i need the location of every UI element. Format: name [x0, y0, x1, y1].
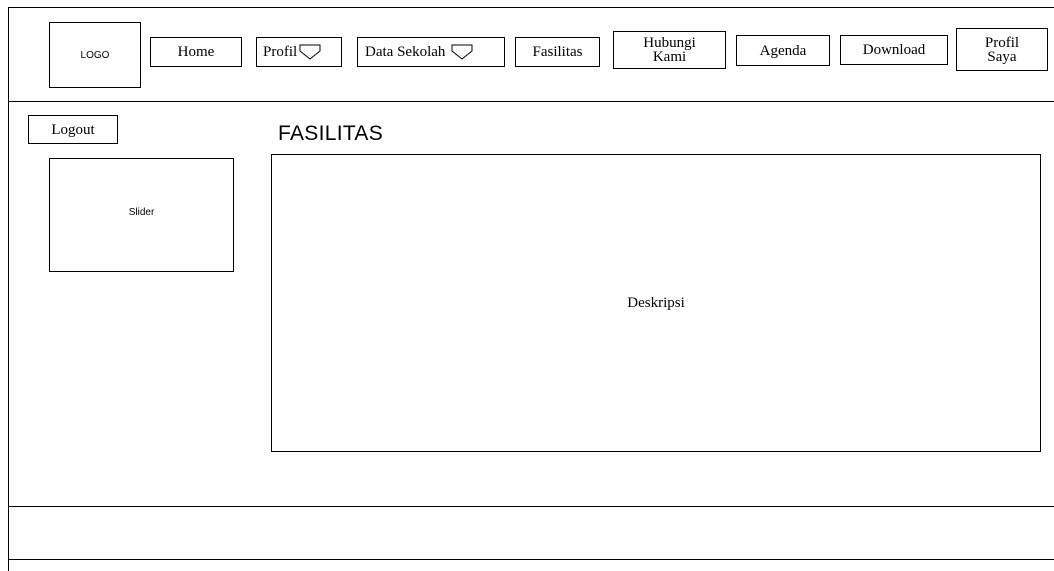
logout-button[interactable]: Logout	[28, 115, 118, 144]
nav-hubungi-label-line2: Kami	[652, 49, 687, 65]
nav-fasilitas-button[interactable]: Fasilitas	[515, 37, 600, 67]
slider-label: Slider	[128, 207, 155, 218]
nav-profil-saya-label-line1: Profil	[984, 34, 1020, 51]
nav-fasilitas-label: Fasilitas	[532, 44, 583, 60]
logo: LOGO	[49, 22, 141, 88]
nav-home-button[interactable]: Home	[150, 37, 242, 67]
nav-data-sekolah-dropdown[interactable]: Data Sekolah	[357, 37, 505, 67]
footer-bottom-divider	[8, 559, 1054, 560]
nav-hubungi-kami-button[interactable]: Hubungi Kami	[613, 31, 726, 69]
nav-home-label: Home	[177, 44, 215, 60]
nav-data-sekolah-label: Data Sekolah	[365, 44, 446, 60]
nav-hubungi-label-line1: Hubungi	[643, 35, 696, 51]
nav-profil-saya-button[interactable]: Profil Saya	[956, 28, 1048, 71]
nav-profil-label: Profil	[263, 44, 298, 60]
description-text: Deskripsi	[627, 294, 685, 311]
nav-download-label: Download	[862, 42, 926, 58]
logo-text: LOGO	[80, 49, 110, 61]
nav-agenda-button[interactable]: Agenda	[736, 35, 830, 66]
page-title: FASILITAS	[278, 122, 384, 145]
chevron-down-icon	[451, 43, 473, 61]
footer-top-divider	[8, 506, 1054, 507]
slider[interactable]: Slider	[49, 158, 234, 272]
header-divider	[8, 101, 1054, 102]
nav-profil-dropdown[interactable]: Profil	[256, 37, 342, 67]
nav-profil-saya-label-line2: Saya	[987, 48, 1017, 65]
chevron-down-icon	[299, 43, 321, 61]
description-panel: Deskripsi	[271, 154, 1041, 452]
logout-label: Logout	[51, 121, 95, 138]
nav-download-button[interactable]: Download	[840, 35, 948, 65]
nav-agenda-label: Agenda	[759, 42, 807, 59]
